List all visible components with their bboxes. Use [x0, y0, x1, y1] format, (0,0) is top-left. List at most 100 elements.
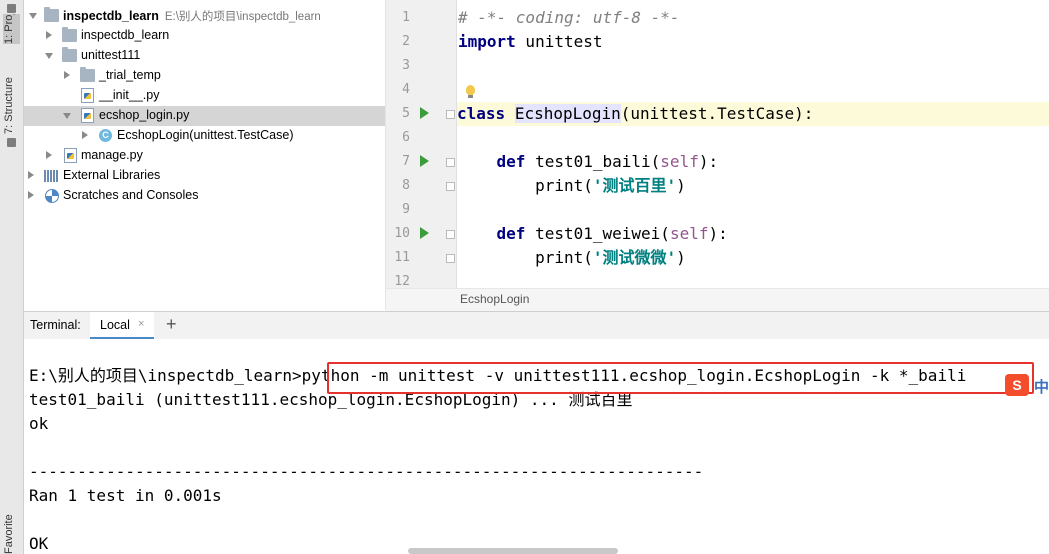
class-icon: C — [99, 129, 112, 142]
line-number: 8 — [402, 178, 410, 193]
terminal-prompt: E:\别人的项目\inspectdb_learn> — [29, 366, 302, 385]
python-file-icon — [81, 108, 94, 123]
string-text: '测试微微' — [592, 248, 677, 267]
tree-item-ecshop-login[interactable]: ecshop_login.py — [24, 106, 385, 126]
tree-item-scratches[interactable]: Scratches and Consoles — [24, 186, 385, 206]
chevron-right-icon[interactable] — [46, 151, 52, 159]
scratches-icon — [45, 189, 59, 203]
chevron-down-icon[interactable] — [29, 13, 37, 19]
terminal-line: OK — [29, 534, 49, 553]
tree-item-init-py[interactable]: __init__.py — [24, 86, 385, 106]
structure-tool-icon[interactable] — [7, 138, 16, 147]
line-number: 3 — [402, 58, 410, 73]
comment-text: # -*- coding: utf-8 -*- — [458, 8, 680, 27]
project-tool-tab[interactable]: 1: Project — [3, 14, 20, 44]
string-text: '测试百里' — [592, 176, 677, 195]
line-number: 2 — [402, 34, 410, 49]
self-text: self — [669, 224, 709, 243]
editor-gutter[interactable]: 1 2 3 4 5 6 7 8 9 10 11 12 — [386, 0, 457, 288]
tree-item-label: unittest111 — [81, 48, 141, 62]
chevron-down-icon[interactable] — [63, 113, 71, 119]
chevron-right-icon[interactable] — [46, 31, 52, 39]
folder-icon — [44, 7, 59, 22]
tree-item-label: manage.py — [81, 148, 143, 162]
tool-window-strip: 1: Project 7: Structure Favorites — [0, 0, 24, 554]
line-number: 10 — [394, 226, 410, 241]
terminal-line: ok — [29, 414, 49, 433]
tree-item-label: inspectdb_learn — [63, 9, 159, 23]
project-tool-icon[interactable] — [7, 4, 16, 13]
run-gutter-icon[interactable] — [420, 107, 429, 119]
code-text: test01_baili( — [525, 152, 661, 171]
code-line-10: def test01_weiwei(self): — [458, 222, 1048, 246]
class-name-text: EcshopLogin — [514, 104, 621, 123]
chevron-down-icon[interactable] — [45, 53, 53, 59]
tree-item-label: __init__.py — [99, 88, 160, 102]
ime-mode-indicator[interactable]: 中 — [1034, 376, 1049, 397]
chevron-right-icon[interactable] — [28, 171, 34, 179]
tree-item-path: E:\别人的项目\inspectdb_learn — [164, 11, 321, 23]
tree-item-label: Scratches and Consoles — [63, 188, 199, 202]
line-number: 5 — [402, 106, 410, 121]
line-number: 7 — [402, 154, 410, 169]
code-text: ): — [698, 152, 719, 171]
chevron-right-icon[interactable] — [82, 131, 88, 139]
code-text: unittest — [515, 32, 603, 51]
structure-tool-tab[interactable]: 7: Structure — [3, 72, 20, 134]
folder-icon — [80, 67, 95, 82]
tree-item-label: EcshopLogin(unittest.TestCase) — [117, 128, 294, 142]
code-text: ): — [708, 224, 728, 243]
lightbulb-icon[interactable] — [466, 85, 475, 98]
tree-item-external-libraries[interactable]: External Libraries — [24, 166, 385, 186]
favorites-tool-tab[interactable]: Favorites — [3, 514, 20, 554]
code-editor[interactable]: 1 2 3 4 5 6 7 8 9 10 11 12 # -*- coding:… — [386, 0, 1049, 311]
tree-item-label: External Libraries — [63, 168, 161, 182]
keyword-text: import — [458, 32, 516, 51]
fold-icon[interactable] — [446, 182, 455, 191]
breadcrumb-item[interactable]: EcshopLogin — [460, 292, 529, 306]
tree-item-trial-temp[interactable]: _trial_temp — [24, 66, 385, 86]
new-tab-button[interactable]: + — [166, 314, 177, 335]
line-number: 9 — [402, 202, 410, 217]
tree-item-label: ecshop_login.py — [99, 108, 190, 122]
self-text: self — [660, 152, 699, 171]
tree-item-unittest111[interactable]: unittest111 — [24, 46, 385, 66]
fold-icon[interactable] — [446, 230, 455, 239]
line-number: 1 — [402, 10, 410, 25]
tree-item-root[interactable]: inspectdb_learn E:\别人的项目\inspectdb_learn — [24, 6, 385, 26]
chevron-right-icon[interactable] — [28, 191, 34, 199]
code-line-11: print('测试微微') — [458, 246, 1048, 270]
horizontal-scrollbar[interactable] — [408, 548, 618, 554]
tree-item-manage-py[interactable]: manage.py — [24, 146, 385, 166]
code-text: ) — [676, 248, 686, 267]
code-line-2: import unittest — [458, 30, 1048, 54]
line-number: 12 — [394, 274, 410, 288]
fold-icon[interactable] — [446, 158, 455, 167]
tree-item-label: _trial_temp — [99, 68, 161, 82]
close-icon[interactable]: × — [138, 318, 144, 330]
code-text: ) — [676, 176, 686, 195]
run-gutter-icon[interactable] — [420, 155, 429, 167]
libraries-icon — [44, 170, 58, 182]
code-text: print( — [535, 248, 593, 267]
project-tree-panel: inspectdb_learn E:\别人的项目\inspectdb_learn … — [24, 0, 386, 310]
ime-logo-icon[interactable]: S — [1005, 374, 1029, 396]
keyword-text: class — [457, 104, 506, 123]
terminal-line: Ran 1 test in 0.001s — [29, 486, 222, 505]
tree-item-inspectdb-learn[interactable]: inspectdb_learn — [24, 26, 385, 46]
code-text: print( — [535, 176, 593, 195]
line-number: 4 — [402, 82, 410, 97]
code-line-5: class EcshopLogin(unittest.TestCase): — [457, 102, 1049, 126]
terminal-tab-local[interactable]: Local × — [90, 312, 154, 340]
python-file-icon — [64, 148, 77, 163]
run-gutter-icon[interactable] — [420, 227, 429, 239]
chevron-right-icon[interactable] — [64, 71, 70, 79]
keyword-text: def — [496, 152, 526, 171]
fold-icon[interactable] — [446, 110, 455, 119]
fold-icon[interactable] — [446, 254, 455, 263]
folder-icon — [62, 27, 77, 42]
tree-item-ecshoplogin-class[interactable]: C EcshopLogin(unittest.TestCase) — [24, 126, 385, 146]
line-number: 6 — [402, 130, 410, 145]
keyword-text: def — [496, 224, 526, 243]
tree-item-label: inspectdb_learn — [81, 28, 170, 42]
